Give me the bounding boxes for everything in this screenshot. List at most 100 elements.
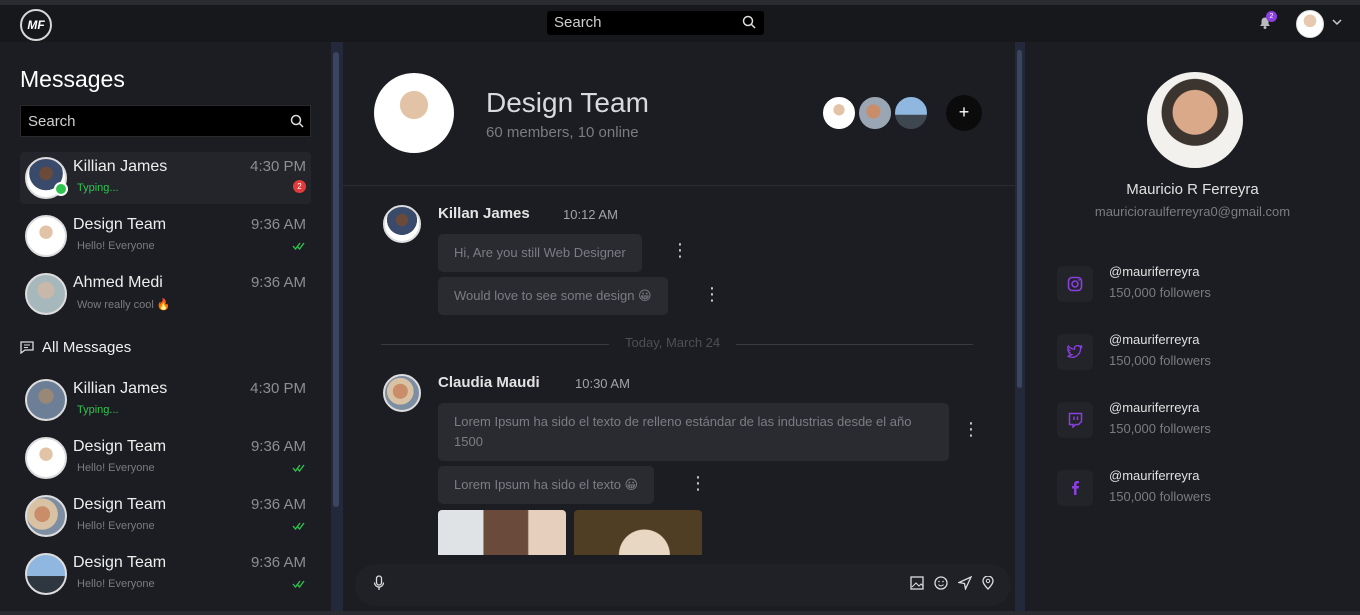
member-avatar[interactable] (893, 95, 929, 131)
avatar (383, 205, 421, 243)
conversation-item[interactable]: Killian James 4:30 PM Typing... 2 (20, 152, 311, 204)
conversation-preview: Hello! Everyone (77, 578, 155, 590)
message-icon (20, 341, 34, 355)
group-avatar (374, 73, 454, 153)
conversation-preview: Wow really cool 🔥 (77, 299, 171, 311)
send-icon[interactable] (958, 576, 972, 590)
sidebar-search-input[interactable]: Search (20, 105, 311, 137)
all-messages-heading: All Messages (20, 339, 131, 356)
date-divider-label: Today, March 24 (609, 335, 737, 350)
bottom-strip (0, 611, 1360, 615)
profile-panel: Mauricio R Ferreyra mauricioraulferreyra… (1025, 42, 1360, 615)
conversation-preview: Hello! Everyone (77, 462, 155, 474)
message-composer[interactable] (355, 564, 1011, 606)
conversation-preview: Hello! Everyone (77, 240, 155, 252)
avatar (383, 374, 421, 412)
image-icon[interactable] (910, 576, 924, 590)
conversation-name: Design Team (73, 216, 167, 233)
conversation-item[interactable]: Design Team 9:36 AM Hello! Everyone (20, 490, 311, 542)
profile-email: mauricioraulferreyra0@gmail.com (1094, 204, 1291, 219)
social-item-twitch[interactable]: @mauriferreyra 150,000 followers (1057, 400, 1317, 452)
scrollbar-thumb[interactable] (333, 52, 339, 507)
conversation-preview: Typing... (77, 404, 119, 416)
conversation-time: 9:36 AM (250, 554, 306, 571)
double-check-icon (292, 580, 305, 588)
social-followers: 150,000 followers (1109, 353, 1211, 368)
add-member-button[interactable]: + (946, 95, 982, 131)
message-bubble: Lorem Ipsum ha sido el texto 😀 (438, 466, 655, 504)
messages-sidebar: Messages Search Killian James 4:30 PM Ty… (0, 42, 331, 615)
chat-scrollbar[interactable] (1015, 42, 1025, 615)
conversation-item[interactable]: Design Team 9:36 AM Hello! Everyone (20, 210, 311, 262)
twitch-icon[interactable] (1057, 402, 1093, 438)
conversation-time: 9:36 AM (250, 274, 306, 291)
social-followers: 150,000 followers (1109, 285, 1211, 300)
avatar (25, 379, 67, 421)
conversation-name: Ahmed Medi (73, 274, 163, 291)
instagram-icon[interactable] (1057, 266, 1093, 302)
search-icon[interactable] (742, 15, 756, 29)
top-search-input[interactable]: Search (547, 11, 764, 35)
chat-header: Design Team 60 members, 10 online + (343, 42, 1015, 186)
avatar (25, 215, 67, 257)
chevron-down-icon[interactable] (1332, 18, 1342, 26)
conversation-preview: Typing... (77, 182, 119, 194)
conversation-item[interactable]: Ahmed Medi 9:36 AM Wow really cool 🔥 (20, 268, 311, 320)
social-item-twitter[interactable]: @mauriferreyra 150,000 followers (1057, 332, 1317, 384)
conversation-name: Design Team (73, 438, 167, 455)
notification-badge: 2 (1266, 11, 1277, 22)
user-avatar[interactable] (1296, 10, 1324, 38)
chat-panel: Design Team 60 members, 10 online + Kill… (343, 42, 1015, 615)
message-bubble: Hi, Are you still Web Designer (438, 234, 642, 272)
more-options-icon[interactable]: ⋮ (671, 241, 689, 259)
conversation-preview: Hello! Everyone (77, 520, 155, 532)
sidebar-search-placeholder: Search (28, 113, 76, 130)
member-avatar[interactable] (857, 95, 893, 131)
twitter-icon[interactable] (1057, 334, 1093, 370)
conversation-name: Design Team (73, 496, 167, 513)
search-icon[interactable] (290, 114, 304, 128)
more-options-icon[interactable]: ⋮ (962, 420, 980, 438)
message-bubble: Would love to see some design 😀 (438, 277, 668, 315)
conversation-item[interactable]: Design Team 9:36 AM Hello! Everyone (20, 548, 311, 600)
image-attachment[interactable] (438, 510, 566, 555)
conversation-time: 9:36 AM (250, 216, 306, 233)
avatar (25, 553, 67, 595)
conversation-item[interactable]: Killian James 4:30 PM Typing... (20, 374, 311, 426)
more-options-icon[interactable]: ⋮ (689, 474, 707, 492)
conversation-name: Killian James (73, 380, 168, 397)
conversation-time: 9:36 AM (250, 496, 306, 513)
top-bar: MF Search 2 (0, 0, 1360, 42)
microphone-icon[interactable] (373, 575, 385, 591)
location-icon[interactable] (982, 576, 994, 590)
social-handle: @mauriferreyra (1109, 332, 1200, 347)
facebook-icon[interactable] (1057, 470, 1093, 506)
social-handle: @mauriferreyra (1109, 264, 1200, 279)
all-messages-label: All Messages (42, 339, 132, 356)
conversation-item[interactable]: Design Team 9:36 AM Hello! Everyone (20, 432, 311, 484)
emoji-icon[interactable] (934, 576, 948, 590)
image-attachment[interactable] (574, 510, 702, 555)
double-check-icon (292, 464, 305, 472)
conversation-time: 4:30 PM (250, 380, 306, 397)
social-followers: 150,000 followers (1109, 489, 1211, 504)
conversation-time: 4:30 PM (250, 158, 306, 175)
avatar (25, 495, 67, 537)
message-sender: Killan James (438, 205, 530, 222)
double-check-icon (292, 242, 305, 250)
social-item-facebook[interactable]: @mauriferreyra 150,000 followers (1057, 468, 1317, 520)
double-check-icon (292, 522, 305, 530)
social-handle: @mauriferreyra (1109, 400, 1200, 415)
more-options-icon[interactable]: ⋮ (703, 285, 721, 303)
conversation-name: Killian James (73, 158, 168, 175)
sidebar-scrollbar[interactable] (331, 42, 343, 615)
scrollbar-thumb[interactable] (1017, 50, 1022, 388)
app-logo[interactable]: MF (20, 9, 52, 41)
member-avatar[interactable] (821, 95, 857, 131)
profile-name: Mauricio R Ferreyra (1126, 181, 1259, 198)
unread-badge: 2 (293, 180, 306, 193)
group-subtitle: 60 members, 10 online (486, 124, 639, 141)
message-bubble: Lorem Ipsum ha sido el texto de relleno … (438, 403, 949, 461)
message-time: 10:12 AM (563, 207, 618, 222)
social-item-instagram[interactable]: @mauriferreyra 150,000 followers (1057, 264, 1317, 316)
